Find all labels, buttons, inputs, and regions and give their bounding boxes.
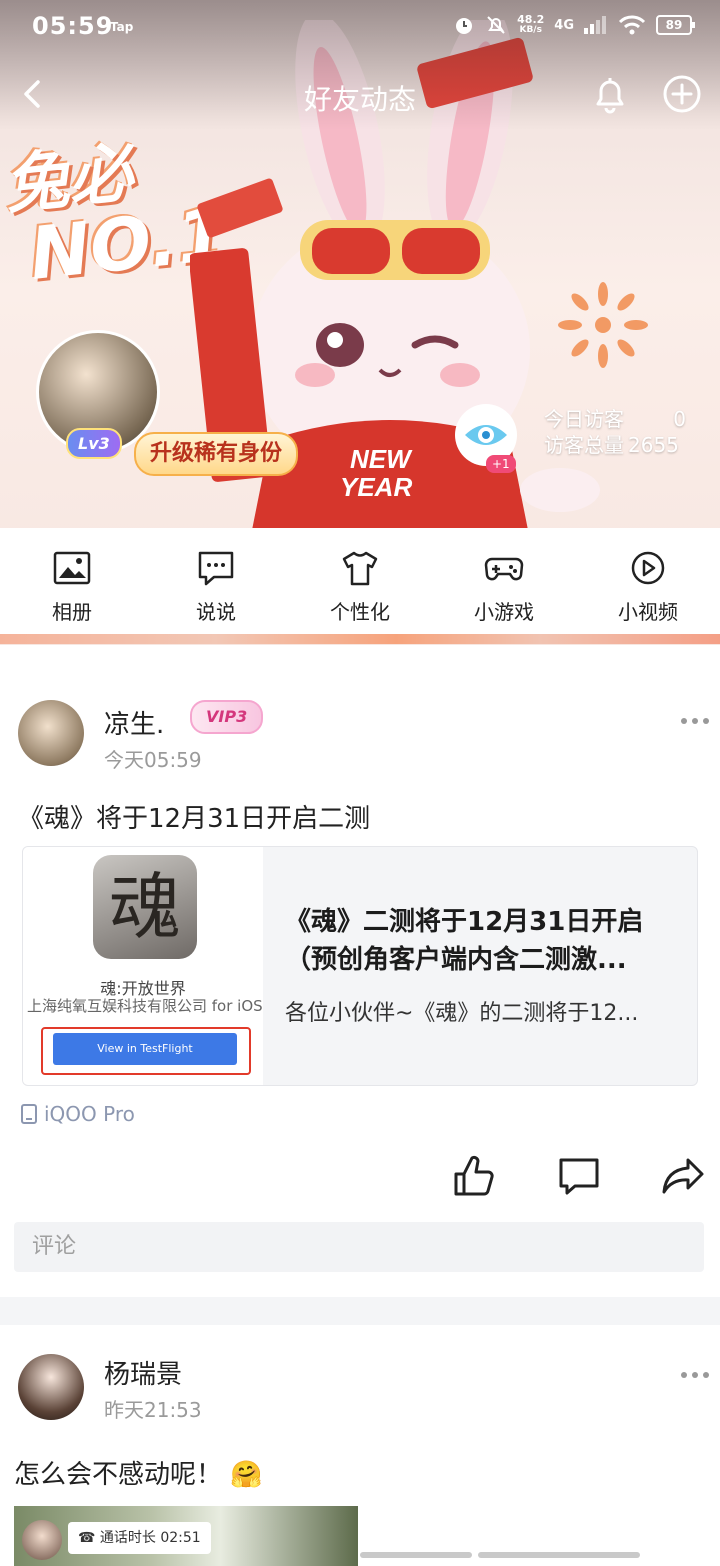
more-options-icon[interactable] — [680, 716, 710, 726]
feed-divider — [0, 1297, 720, 1325]
menu-label-album: 相册 — [52, 600, 92, 624]
post-text-content: 怎么会不感动呢！ — [14, 1460, 223, 1490]
signal-bars-icon — [584, 16, 606, 34]
total-visitors-label: 访客总量 — [544, 433, 624, 457]
comment-input[interactable]: 评论 — [14, 1222, 704, 1272]
post-author-avatar[interactable] — [18, 1354, 84, 1420]
device-tag: iQOO Pro — [20, 1102, 135, 1126]
menu-label-minigames: 小游戏 — [474, 600, 534, 624]
play-icon — [631, 551, 665, 585]
call-contact-avatar — [22, 1520, 62, 1560]
post-timestamp: 今天05:59 — [104, 748, 202, 772]
comment-icon[interactable] — [557, 1154, 601, 1198]
menu-item-personalize[interactable]: 个性化 — [288, 528, 432, 636]
link-title: 《魂》二测将于12月31日开启（预创角客户端内含二测激... — [285, 907, 644, 975]
wifi-icon — [618, 15, 646, 35]
link-thumbnail: 魂 魂:开放世界 上海纯氧互娱科技有限公司 for iOS View in Te… — [23, 847, 263, 1085]
hug-emoji-icon: 🤗 — [230, 1460, 263, 1490]
gamepad-icon — [484, 557, 524, 581]
image-strip — [478, 1552, 640, 1558]
post-actions — [0, 1154, 720, 1204]
album-icon — [53, 551, 91, 585]
menu-label-personalize: 个性化 — [330, 600, 390, 624]
feature-menu: 相册 说说 个性化 小游戏 小视频 — [0, 528, 720, 636]
call-duration-value: 02:51 — [160, 1530, 201, 1546]
status-time: 05:59 — [32, 12, 114, 40]
upgrade-identity-button[interactable]: 升级稀有身份 — [134, 432, 299, 476]
call-duration-tag: ☎ 通话时长 02:51 — [68, 1522, 211, 1554]
more-options-icon[interactable] — [680, 1370, 710, 1380]
share-icon[interactable] — [662, 1154, 706, 1198]
battery-indicator: 89 — [656, 15, 695, 35]
profile-banner: 兔必 NO.1 NEW YEAR 05:59 Tap 48.2 KB/s 4G … — [0, 0, 720, 645]
top-nav: 好友动态 — [0, 68, 720, 120]
phone-icon — [21, 1104, 37, 1124]
menu-label-videos: 小视频 — [618, 600, 678, 624]
post-text: 《魂》将于12月31日开启二测 — [18, 804, 371, 834]
menu-label-moments: 说说 — [196, 600, 236, 624]
visitor-increment-badge: +1 — [486, 455, 516, 473]
menu-item-minigames[interactable]: 小游戏 — [432, 528, 576, 636]
today-visitors-label: 今日访客 — [544, 407, 624, 431]
chat-bubble-icon — [198, 551, 234, 586]
phone-handset-icon: ☎ — [78, 1530, 96, 1546]
signal-type: 4G — [554, 17, 574, 33]
post-author-name[interactable]: 杨瑞景 — [104, 1354, 182, 1391]
post-timestamp: 昨天21:53 — [104, 1398, 202, 1422]
firework-decoration — [558, 282, 648, 368]
app-icon: 魂 — [93, 855, 197, 959]
post-text: 怎么会不感动呢！ 🤗 — [14, 1454, 263, 1491]
post-image[interactable]: ☎ 通话时长 02:51 — [14, 1506, 358, 1566]
menu-item-moments[interactable]: 说说 — [144, 528, 288, 636]
device-name: iQOO Pro — [44, 1102, 135, 1126]
testflight-button: View in TestFlight — [53, 1033, 237, 1065]
post-author-name[interactable]: 凉生. — [104, 704, 164, 741]
total-visitors-value: 2655 — [628, 433, 679, 457]
status-tap-label: Tap — [110, 20, 134, 34]
level-badge: Lv3 — [66, 428, 122, 459]
net-speed-value: 48.2 — [517, 13, 545, 26]
notification-bell-icon[interactable] — [588, 72, 632, 116]
image-strip — [360, 1552, 472, 1558]
call-duration-label: 通话时长 — [99, 1530, 156, 1546]
post-author-avatar[interactable] — [18, 700, 84, 766]
status-bar: 05:59 Tap 48.2 KB/s 4G 89 — [0, 0, 720, 56]
banner-bottom-stripe — [0, 634, 720, 644]
feed-post: 凉生. VIP3 今天05:59 《魂》将于12月31日开启二测 魂 魂:开放世… — [0, 700, 720, 1280]
svg-text:NEW: NEW — [350, 444, 413, 474]
svg-text:YEAR: YEAR — [340, 472, 412, 502]
visitor-stats[interactable]: 今日访客 0 访客总量 2655 — [544, 406, 686, 458]
shared-link-card[interactable]: 魂 魂:开放世界 上海纯氧互娱科技有限公司 for iOS View in Te… — [22, 846, 698, 1086]
tshirt-icon — [342, 551, 378, 586]
alarm-icon — [456, 18, 473, 34]
link-description: 各位小伙伴~《魂》的二测将于12... — [285, 1001, 639, 1026]
mute-bell-icon — [487, 16, 505, 34]
menu-item-album[interactable]: 相册 — [0, 528, 144, 636]
like-icon[interactable] — [452, 1154, 496, 1198]
net-speed-unit: KB/s — [519, 25, 542, 35]
menu-item-videos[interactable]: 小视频 — [576, 528, 720, 636]
app-developer: 上海纯氧互娱科技有限公司 for iOS — [27, 997, 263, 1015]
network-speed: 48.2 KB/s — [517, 14, 544, 36]
add-post-icon[interactable] — [660, 72, 704, 116]
vip-badge: VIP3 — [190, 700, 264, 734]
today-visitors-value: 0 — [673, 407, 686, 431]
